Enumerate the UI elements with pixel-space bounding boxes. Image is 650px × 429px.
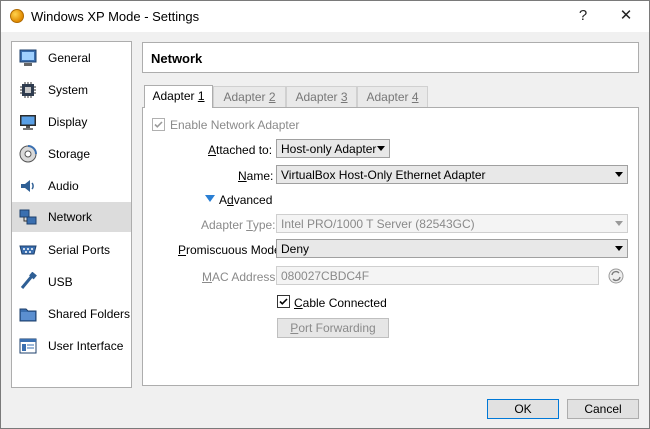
- sidebar-item-label: System: [48, 83, 89, 97]
- user-interface-icon: [19, 338, 37, 354]
- storage-icon: [19, 145, 37, 163]
- serial-ports-icon: [19, 245, 37, 255]
- display-icon: [20, 115, 36, 130]
- sidebar-item-label: Network: [48, 210, 93, 224]
- sidebar-item-user-interface[interactable]: User Interface: [12, 331, 131, 361]
- settings-sidebar: General System Display Storage Audio Net…: [11, 41, 132, 388]
- sidebar-item-shared-folders[interactable]: Shared Folders: [12, 299, 131, 329]
- sidebar-item-label: Serial Ports: [48, 243, 111, 257]
- enable-adapter-label: Enable Network Adapter: [170, 118, 300, 132]
- chevron-down-icon: [615, 246, 623, 251]
- attached-to-label: Attached to:: [208, 143, 273, 157]
- attached-to-select[interactable]: Host-only Adapter: [276, 139, 390, 158]
- sidebar-item-label: Storage: [48, 147, 91, 161]
- sidebar-item-audio[interactable]: Audio: [12, 171, 131, 201]
- ok-button[interactable]: OK: [487, 399, 559, 419]
- sidebar-item-storage[interactable]: Storage: [12, 139, 131, 169]
- sidebar-item-label: USB: [48, 275, 73, 289]
- page-title: Network: [151, 51, 203, 66]
- general-icon: [19, 49, 37, 66]
- page-header: Network: [142, 42, 639, 73]
- sidebar-item-general[interactable]: General: [12, 43, 131, 73]
- adapter-type-label: Adapter Type:: [201, 218, 276, 232]
- cancel-button[interactable]: Cancel: [567, 399, 639, 419]
- close-button[interactable]: ✕: [615, 6, 637, 26]
- sidebar-item-network[interactable]: Network: [12, 202, 131, 232]
- tab-adapter-2[interactable]: Adapter 2: [213, 86, 286, 107]
- shared-folders-icon: [19, 308, 37, 322]
- chevron-down-icon: [615, 221, 623, 226]
- network-icon: [19, 209, 37, 225]
- sidebar-item-label: Shared Folders: [48, 307, 131, 321]
- checkmark-icon: [154, 121, 163, 128]
- cable-connected-checkbox[interactable]: [277, 295, 290, 308]
- sidebar-item-label: General: [48, 51, 91, 65]
- tab-adapter-1[interactable]: Adapter 1: [144, 85, 213, 108]
- sidebar-item-label: User Interface: [48, 339, 124, 353]
- audio-icon: [21, 180, 34, 192]
- advanced-toggle[interactable]: Advanced: [219, 193, 272, 207]
- tab-adapter-3[interactable]: Adapter 3: [286, 86, 357, 107]
- sidebar-item-label: Display: [48, 115, 88, 129]
- chevron-down-icon: [615, 172, 623, 177]
- sidebar-item-label: Audio: [48, 179, 79, 193]
- settings-window: Windows XP Mode - Settings ? ✕ General S…: [0, 0, 650, 429]
- title-bar: Windows XP Mode - Settings ? ✕: [1, 1, 649, 32]
- cable-connected-label: Cable Connected: [294, 296, 387, 310]
- enable-adapter-checkbox[interactable]: [152, 118, 165, 131]
- adapter-type-select[interactable]: Intel PRO/1000 T Server (82543GC): [276, 214, 628, 233]
- promiscuous-mode-label: Promiscuous Mode:: [178, 243, 285, 257]
- usb-icon: [20, 272, 37, 289]
- chevron-down-icon: [377, 146, 385, 151]
- sidebar-item-display[interactable]: Display: [12, 107, 131, 137]
- advanced-expand-icon[interactable]: [205, 195, 215, 202]
- sidebar-item-system[interactable]: System: [12, 75, 131, 105]
- name-select[interactable]: VirtualBox Host-Only Ethernet Adapter: [276, 165, 628, 184]
- sidebar-item-serial-ports[interactable]: Serial Ports: [12, 235, 131, 265]
- virtualbox-app-icon: [10, 9, 24, 23]
- refresh-icon[interactable]: [607, 267, 625, 285]
- system-icon: [20, 82, 36, 98]
- name-label: Name:: [238, 169, 274, 183]
- checkmark-icon: [279, 298, 288, 305]
- sidebar-item-usb[interactable]: USB: [12, 267, 131, 297]
- promiscuous-mode-select[interactable]: Deny: [276, 239, 628, 258]
- mac-address-field[interactable]: 080027CBDC4F: [276, 266, 599, 285]
- window-title: Windows XP Mode - Settings: [31, 9, 200, 24]
- port-forwarding-button[interactable]: Port Forwarding: [277, 318, 389, 338]
- help-button[interactable]: ?: [572, 6, 594, 26]
- tab-adapter-4[interactable]: Adapter 4: [357, 86, 428, 107]
- mac-address-label: MAC Address:: [202, 270, 279, 284]
